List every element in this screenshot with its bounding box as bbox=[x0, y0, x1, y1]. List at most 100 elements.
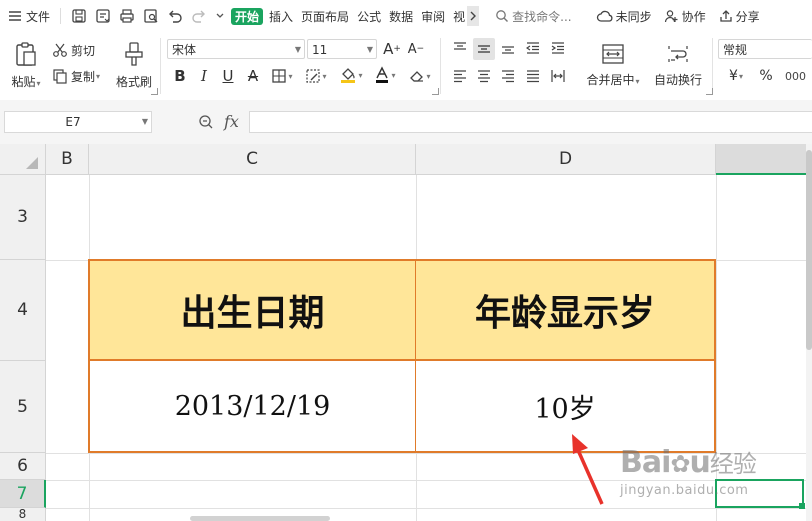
borders-button[interactable]: ▾ bbox=[268, 66, 296, 86]
svg-text:000: 000 bbox=[785, 70, 806, 83]
collaborate-button[interactable]: 协作 bbox=[660, 4, 710, 28]
tab-page-layout[interactable]: 页面布局 bbox=[297, 4, 353, 28]
row-header-7[interactable]: 7 bbox=[0, 480, 46, 508]
italic-button[interactable]: I bbox=[194, 66, 214, 86]
align-top-button[interactable] bbox=[450, 38, 470, 58]
horizontal-scrollbar[interactable] bbox=[190, 516, 330, 521]
cell-style-button[interactable]: ▾ bbox=[302, 66, 330, 86]
copy-button[interactable]: 复制 ▾ bbox=[52, 66, 100, 86]
tab-scroll-right-icon[interactable] bbox=[467, 6, 480, 26]
align-bottom-icon bbox=[501, 41, 515, 55]
align-center-button[interactable] bbox=[474, 66, 494, 86]
command-search[interactable]: 查找命令... bbox=[491, 4, 575, 28]
cut-label: 剪切 bbox=[71, 43, 96, 58]
column-header-d[interactable]: D bbox=[416, 144, 716, 175]
vertical-scrollbar[interactable] bbox=[806, 144, 812, 521]
row-header-3[interactable]: 3 bbox=[0, 175, 46, 260]
strikethrough-button[interactable]: A bbox=[243, 66, 263, 86]
copy-icon bbox=[52, 68, 68, 84]
select-all-corner[interactable] bbox=[0, 144, 46, 175]
row-header-6[interactable]: 6 bbox=[0, 453, 46, 480]
merge-center-label: 合并居中 bbox=[586, 72, 635, 87]
column-header-e[interactable] bbox=[716, 144, 806, 175]
export-pdf-icon[interactable] bbox=[91, 4, 115, 28]
paintbrush-icon bbox=[123, 41, 145, 67]
name-box[interactable]: E7 ▼ bbox=[4, 111, 152, 133]
clear-format-button[interactable]: ▾ bbox=[406, 66, 434, 86]
font-color-icon bbox=[374, 66, 390, 84]
scissors-icon bbox=[52, 42, 68, 58]
justify-button[interactable] bbox=[523, 66, 543, 86]
merge-center-button[interactable]: 合并居中▾ bbox=[580, 38, 646, 92]
thousands-separator-button[interactable]: 000 bbox=[782, 66, 808, 86]
insert-function-button[interactable]: fx bbox=[224, 112, 239, 131]
column-header-b[interactable]: B bbox=[46, 144, 89, 175]
paint-bucket-icon bbox=[339, 66, 357, 84]
print-preview-icon[interactable] bbox=[139, 4, 163, 28]
collaborate-icon bbox=[664, 9, 680, 23]
sync-status[interactable]: 未同步 bbox=[592, 4, 656, 28]
distributed-align-icon bbox=[551, 69, 565, 83]
font-name-value: 宋体 bbox=[172, 43, 197, 57]
clipboard-dialog-launcher[interactable] bbox=[151, 88, 158, 95]
justify-icon bbox=[526, 69, 540, 83]
increase-indent-button[interactable] bbox=[548, 38, 568, 58]
undo-icon[interactable] bbox=[163, 4, 187, 28]
row-header-5[interactable]: 5 bbox=[0, 361, 46, 453]
fill-handle[interactable] bbox=[799, 503, 805, 509]
indent-icon bbox=[551, 41, 565, 55]
tab-view[interactable]: 视 bbox=[449, 4, 480, 28]
align-bottom-button[interactable] bbox=[498, 38, 518, 58]
zoom-function-icon[interactable] bbox=[198, 114, 214, 130]
underline-button[interactable]: U bbox=[218, 66, 238, 86]
number-format-value: 常规 bbox=[723, 43, 748, 57]
percent-format-button[interactable]: % bbox=[756, 66, 776, 86]
align-middle-button[interactable] bbox=[473, 38, 495, 60]
share-button[interactable]: 分享 bbox=[714, 4, 764, 28]
font-name-select[interactable]: 宋体 ▼ bbox=[167, 39, 305, 59]
tab-insert[interactable]: 插入 bbox=[265, 4, 297, 28]
redo-icon[interactable] bbox=[187, 4, 211, 28]
tab-review[interactable]: 审阅 bbox=[417, 4, 449, 28]
formula-input[interactable] bbox=[249, 111, 812, 133]
menu-button[interactable]: 文件 bbox=[4, 4, 54, 28]
distributed-align-button[interactable] bbox=[548, 66, 568, 86]
decrease-indent-button[interactable] bbox=[523, 38, 543, 58]
row-header-4[interactable]: 4 bbox=[0, 260, 46, 361]
currency-format-button[interactable]: ¥ ▾ bbox=[722, 66, 750, 86]
font-dialog-launcher[interactable] bbox=[432, 88, 439, 95]
alignment-dialog-launcher[interactable] bbox=[706, 88, 713, 95]
tab-home[interactable]: 开始 bbox=[229, 4, 265, 28]
tab-formulas[interactable]: 公式 bbox=[353, 4, 385, 28]
eraser-icon bbox=[409, 68, 425, 84]
font-size-select[interactable]: 11 ▼ bbox=[307, 39, 377, 59]
save-icon[interactable] bbox=[67, 4, 91, 28]
increase-font-size-button[interactable]: A + bbox=[382, 39, 402, 59]
cut-button[interactable]: 剪切 bbox=[52, 40, 95, 60]
thousands-separator-icon: 000 bbox=[784, 69, 806, 83]
print-icon[interactable] bbox=[115, 4, 139, 28]
hamburger-icon bbox=[8, 10, 22, 22]
align-middle-icon bbox=[477, 42, 491, 56]
cell-c5-birth-date[interactable]: 2013/12/19 bbox=[88, 360, 416, 453]
tab-data[interactable]: 数据 bbox=[385, 4, 417, 28]
paste-label: 粘贴 bbox=[11, 74, 36, 89]
decrease-font-size-button[interactable]: A − bbox=[406, 39, 426, 59]
align-left-button[interactable] bbox=[450, 66, 470, 86]
column-header-c[interactable]: C bbox=[89, 144, 416, 175]
fill-color-button[interactable]: ▾ bbox=[337, 64, 365, 86]
align-right-icon bbox=[501, 69, 515, 83]
row-header-8[interactable]: 8 bbox=[0, 508, 46, 521]
paste-button[interactable]: 粘贴▾ bbox=[6, 38, 46, 92]
wrap-text-button[interactable]: 自动换行 bbox=[650, 38, 706, 92]
bold-button[interactable]: B bbox=[170, 66, 190, 86]
format-painter-button[interactable]: 格式刷 bbox=[112, 38, 156, 92]
align-right-button[interactable] bbox=[498, 66, 518, 86]
cell-c4-header-birth-date[interactable]: 出生日期 bbox=[88, 259, 416, 361]
font-color-button[interactable]: ▾ bbox=[371, 64, 399, 86]
align-left-icon bbox=[453, 69, 467, 83]
quick-access-dropdown-icon[interactable] bbox=[211, 4, 229, 28]
number-format-select[interactable]: 常规 bbox=[718, 39, 812, 59]
cell-d4-header-age[interactable]: 年龄显示岁 bbox=[415, 259, 716, 361]
sync-status-label: 未同步 bbox=[615, 9, 652, 24]
